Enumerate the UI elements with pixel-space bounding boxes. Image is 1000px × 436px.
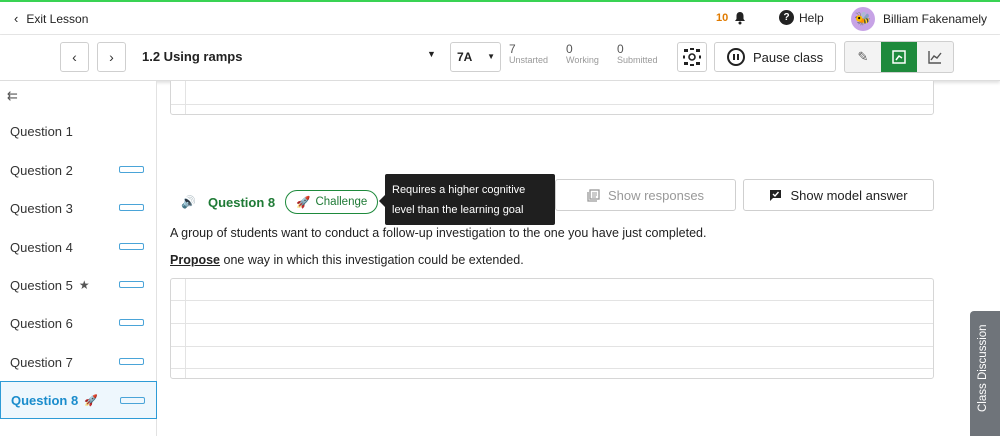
question-prompt: A group of students want to conduct a fo… <box>170 226 707 240</box>
present-view-button[interactable] <box>881 42 917 72</box>
present-icon <box>892 50 906 64</box>
top-bar: ‹ Exit Lesson 10 ? Help 🐝 Billiam Fakena… <box>0 0 1000 35</box>
response-progress-bar <box>120 397 145 404</box>
user-menu[interactable]: 🐝 Billiam Fakenamely <box>851 7 987 31</box>
rocket-icon: 🚀 <box>296 197 311 209</box>
stat-label: Unstarted <box>509 55 549 65</box>
question-title: Question 8 <box>207 194 276 210</box>
help-icon: ? <box>779 10 794 25</box>
star-icon: ★ <box>78 278 90 292</box>
pause-class-label: Pause class <box>753 49 824 65</box>
show-model-answer-label: Show model answer <box>790 187 908 203</box>
sidebar-item-label: Question 2 <box>10 162 73 178</box>
question-sidebar: ⇇ Question 1 Question 2 Question 3 Quest… <box>0 81 157 436</box>
ruled-line <box>171 323 933 324</box>
exit-lesson-label: Exit Lesson <box>26 11 89 26</box>
sidebar-item-question-5[interactable]: Question 5 ★ <box>0 266 157 304</box>
next-lesson-button[interactable]: › <box>97 42 126 72</box>
stat-working: 0 Working <box>566 43 599 66</box>
notifications[interactable]: 10 <box>716 11 747 25</box>
user-name: Billiam Fakenamely <box>883 12 988 26</box>
class-discussion-tab[interactable]: Class Discussion <box>970 311 1000 436</box>
margin-line <box>185 81 186 114</box>
ruled-line <box>171 300 933 301</box>
stat-unstarted: 7 Unstarted <box>509 43 548 66</box>
sidebar-item-label: Question 4 <box>10 239 73 255</box>
analytics-view-button[interactable] <box>917 42 953 72</box>
stat-label: Working <box>566 55 599 65</box>
lesson-title[interactable]: 1.2 Using ramps <box>142 49 242 64</box>
response-progress-bar <box>119 281 144 288</box>
sidebar-item-question-3[interactable]: Question 3 <box>0 189 157 227</box>
question-content: 🔊 Question 8 🚀 Challenge Requires a high… <box>157 81 1000 436</box>
show-responses-label: Show responses <box>607 187 705 203</box>
model-answer-icon <box>770 189 782 201</box>
question-instruction: Propose one way in which this investigat… <box>170 253 524 267</box>
class-select[interactable]: 7A ▼ <box>450 42 501 72</box>
edit-view-button[interactable]: ✎ <box>845 42 881 72</box>
rocket-icon: 🚀 <box>84 394 98 407</box>
sidebar-item-label: Question 8 <box>11 392 79 408</box>
responses-icon <box>587 188 600 202</box>
stat-value: 0 <box>617 42 624 56</box>
challenge-badge[interactable]: 🚀 Challenge <box>285 190 379 214</box>
response-progress-bar <box>119 319 144 326</box>
response-progress-bar <box>119 166 144 173</box>
lesson-dropdown-icon[interactable]: ▼ <box>427 49 436 59</box>
lesson-toolbar: ‹ › 1.2 Using ramps ▼ 7A ▼ 7 Unstarted 0… <box>0 35 1000 81</box>
chevron-down-icon: ▼ <box>487 52 495 61</box>
previous-answer-box[interactable] <box>170 81 934 115</box>
stat-value: 7 <box>509 42 516 56</box>
speaker-icon[interactable]: 🔊 <box>181 195 196 209</box>
pause-class-button[interactable]: Pause class <box>714 42 836 72</box>
sidebar-item-label: Question 7 <box>10 354 73 370</box>
stat-value: 0 <box>566 42 573 56</box>
class-discussion-label: Class Discussion <box>977 324 989 412</box>
show-responses-button[interactable]: Show responses <box>555 179 736 211</box>
view-mode-group: ✎ <box>844 41 954 73</box>
ruled-line <box>171 104 933 105</box>
previous-lesson-button[interactable]: ‹ <box>60 42 89 72</box>
answer-box[interactable] <box>170 278 934 379</box>
help-label: Help <box>799 10 824 25</box>
margin-line <box>185 279 186 378</box>
sidebar-item-label: Question 5 <box>10 277 73 293</box>
seating-plan-button[interactable] <box>677 42 707 72</box>
question-header: 🔊 Question 8 🚀 Challenge <box>181 190 379 214</box>
response-progress-bar <box>119 243 144 250</box>
command-word-link[interactable]: Propose <box>170 253 220 267</box>
line-chart-icon <box>928 51 942 64</box>
bell-icon <box>735 12 746 25</box>
pause-icon <box>727 48 745 66</box>
instruction-text: one way in which this investigation coul… <box>220 253 524 267</box>
class-select-value: 7A <box>457 50 473 64</box>
challenge-tooltip: Requires a higher cognitive level than t… <box>379 174 555 225</box>
help-button[interactable]: ? Help <box>779 10 824 25</box>
sidebar-item-question-2[interactable]: Question 2 <box>0 151 157 189</box>
notification-count: 10 <box>716 12 729 24</box>
challenge-label: Challenge <box>315 196 368 208</box>
sidebar-item-label: Question 1 <box>10 123 73 139</box>
sidebar-item-label: Question 6 <box>10 315 73 331</box>
sidebar-item-question-1[interactable]: Question 1 <box>0 112 157 150</box>
pencil-icon: ✎ <box>857 49 869 64</box>
exit-lesson-link[interactable]: ‹ Exit Lesson <box>14 11 88 26</box>
sidebar-item-question-6[interactable]: Question 6 <box>0 304 157 342</box>
stat-submitted: 0 Submitted <box>617 43 658 66</box>
avatar: 🐝 <box>851 7 875 31</box>
stat-label: Submitted <box>617 55 658 65</box>
collapse-sidebar-icon[interactable]: ⇇ <box>7 88 18 104</box>
sidebar-item-question-8[interactable]: Question 8 🚀 <box>0 381 157 419</box>
chevron-left-icon: ‹ <box>14 11 19 26</box>
sidebar-item-question-4[interactable]: Question 4 <box>0 228 157 266</box>
sidebar-item-label: Question 3 <box>10 200 73 216</box>
response-progress-bar <box>119 204 144 211</box>
classroom-icon <box>683 48 701 66</box>
show-model-answer-button[interactable]: Show model answer <box>743 179 934 211</box>
sidebar-item-question-7[interactable]: Question 7 <box>0 343 157 381</box>
ruled-line <box>171 346 933 347</box>
response-progress-bar <box>119 358 144 365</box>
ruled-line <box>171 368 933 369</box>
